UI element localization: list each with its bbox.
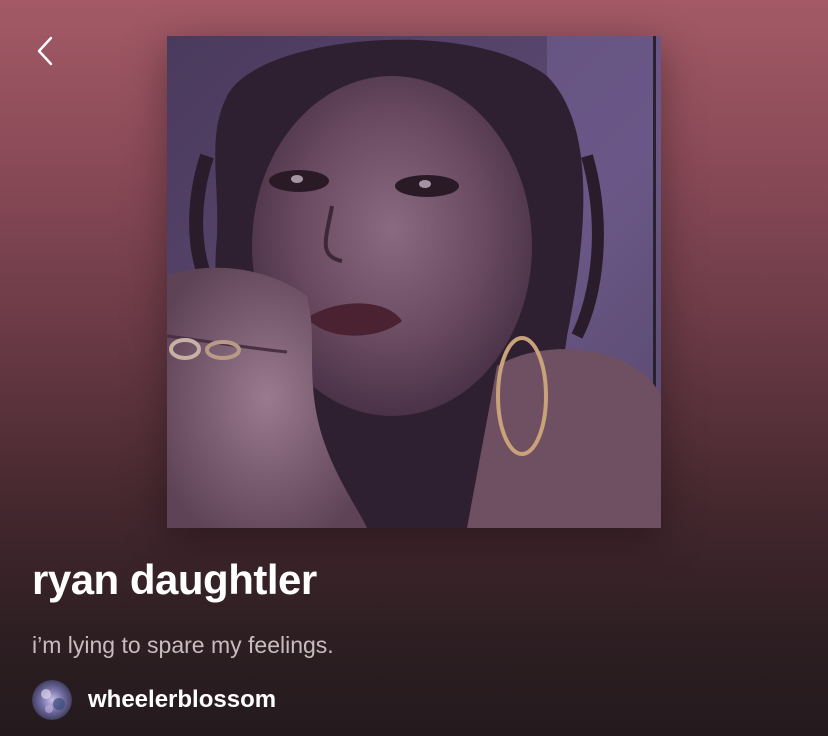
owner-name[interactable]: wheelerblossom [88,686,276,714]
chevron-left-icon [30,36,60,71]
avatar[interactable] [32,680,72,720]
playlist-owner[interactable]: wheelerblossom [32,680,276,720]
playlist-cover-image [167,36,661,528]
back-button[interactable] [22,30,68,76]
playlist-title: ryan daughtler [32,556,317,603]
playlist-description: i’m lying to spare my feelings. [32,632,334,658]
